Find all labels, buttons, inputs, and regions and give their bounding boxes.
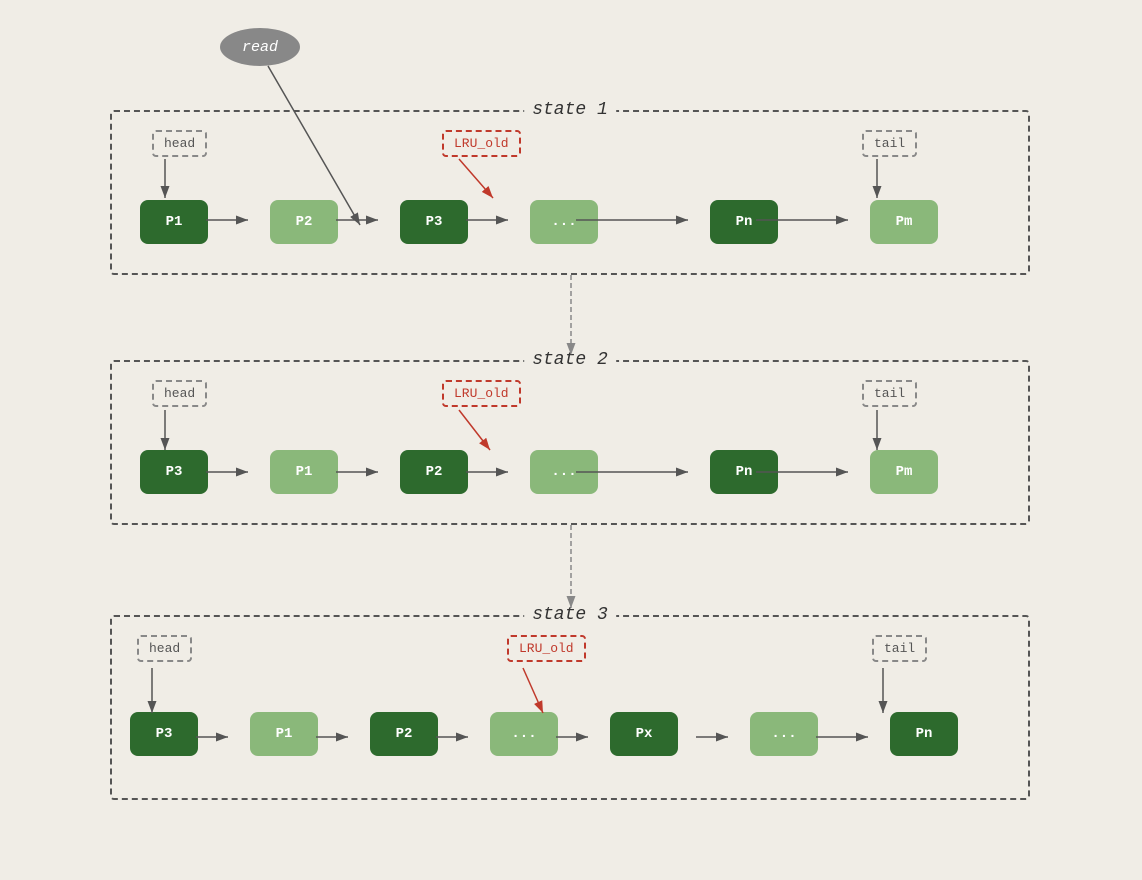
state3-tail: tail [872,635,927,662]
state3-page-dots2: ... [750,712,818,756]
state3-page-dots1: ... [490,712,558,756]
state1-page-p1: P1 [140,200,208,244]
state3-page-pn: Pn [890,712,958,756]
state2-tail: tail [862,380,917,407]
state2-page-pn: Pn [710,450,778,494]
state2-lru: LRU_old [442,380,521,407]
state2-page-dots: ... [530,450,598,494]
state2-label: state 2 [524,350,616,370]
state2-page-p2: P2 [400,450,468,494]
state2-head: head [152,380,207,407]
state1-page-dots: ... [530,200,598,244]
state1-lru: LRU_old [442,130,521,157]
state1-page-p2: P2 [270,200,338,244]
state3-page-px: Px [610,712,678,756]
state3-lru: LRU_old [507,635,586,662]
state3-page-p3: P3 [130,712,198,756]
state3-box: state 3 head LRU_old tail P3 P1 P2 ... P… [110,615,1030,800]
state3-label: state 3 [524,605,616,625]
state1-head: head [152,130,207,157]
read-label: read [242,39,278,56]
state1-label: state 1 [524,100,616,120]
state1-page-pm: Pm [870,200,938,244]
state2-page-pm: Pm [870,450,938,494]
state3-head: head [137,635,192,662]
state2-box: state 2 head LRU_old tail P3 P1 P2 ... P… [110,360,1030,525]
state1-tail: tail [862,130,917,157]
read-bubble: read [220,28,300,66]
state2-page-p1: P1 [270,450,338,494]
state1-box: state 1 head LRU_old tail P1 P2 P3 ... P… [110,110,1030,275]
state1-page-pn: Pn [710,200,778,244]
diagram-container: read state 1 head LRU_old tail P1 P2 P3 … [0,0,1142,880]
state2-page-p3: P3 [140,450,208,494]
state1-page-p3: P3 [400,200,468,244]
state3-page-p1: P1 [250,712,318,756]
state3-page-p2: P2 [370,712,438,756]
